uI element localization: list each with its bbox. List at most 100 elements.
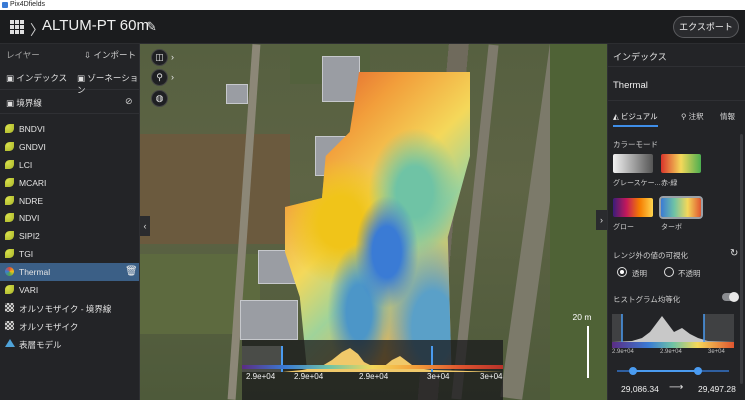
color-mode-glow-label: グロー [613,224,634,231]
range-min-value[interactable]: 29,086.34 [621,384,659,394]
layer-list: BNDVI GNDVI LCI MCARI NDRE NDVI SIPI2 TGI Therma… [0,120,139,353]
window-titlebar: Pix4Dfields [0,0,745,10]
collapse-right-panel-button[interactable]: › [596,210,607,230]
leaf-icon [5,159,14,169]
tab-annotation-label: 注釈 [688,112,704,121]
sidebar-layer-item[interactable]: 表層モデル [0,335,139,353]
zonation-icon: ▣ [77,73,88,83]
range-slider-fill [633,370,698,372]
sidebar-layer-item[interactable]: GNDVI [0,138,139,156]
thermal-overlay [285,72,470,372]
index-icon: ▣ [6,73,17,83]
index-button[interactable]: ▣ インデックス [6,72,67,84]
map-histogram-ticks: 2.9e+04 2.9e+04 2.9e+04 3e+04 3e+04 [242,370,503,400]
color-mode-glow[interactable] [613,198,653,217]
tab-annotation[interactable]: ⚲ 注釈 [681,111,704,122]
panel-scrollbar[interactable] [740,134,743,384]
color-mode-red-green-label: 赤-緑 [661,180,678,187]
visual-icon: ◭ [613,112,621,121]
app-grid-icon[interactable] [10,20,24,34]
expand-chevron-icon[interactable]: › [171,52,174,62]
color-mode-red-green[interactable] [661,154,701,173]
reset-icon[interactable]: ↻ [730,248,738,259]
export-button[interactable]: エクスポート [673,16,739,38]
histogram-equalization-toggle[interactable] [722,292,739,302]
color-mode-grayscale[interactable] [613,154,653,173]
tab-visual-label: ビジュアル [620,112,658,121]
tab-visual[interactable]: ◭ ビジュアル [613,111,658,127]
scale-label: 20 m [572,312,592,322]
collapse-left-panel-button[interactable]: ‹ [140,216,150,236]
sidebar-layer-item[interactable]: NDRE [0,192,139,210]
delete-trash-icon[interactable]: 🗑 [125,266,138,277]
sidebar-layer-label: LCI [19,159,33,170]
sidebar-layer-item[interactable]: SIPI2 [0,227,139,245]
sidebar-layer-item[interactable]: LCI [0,156,139,174]
color-mode-turbo[interactable] [659,196,703,219]
import-button[interactable]: ⇩ インポート [84,49,136,61]
map-field [140,134,290,244]
leaf-icon [5,249,14,259]
thermal-icon [5,267,14,277]
location-pin-icon: ⚲ [156,72,163,82]
sidebar-layer-item[interactable]: オルソモザイク [0,317,139,335]
map-view[interactable]: ◫ › ⚲ › ◍ ‹ › 20 m 2.9e+04 2.9e+04 2.9e+04… [140,44,607,400]
sidebar-layer-item[interactable]: NDVI [0,209,139,227]
sidebar-layer-item[interactable]: VARI [0,281,139,299]
sidebar-layer-item[interactable]: TGI [0,245,139,263]
map-hist-tick: 2.9e+04 [359,372,389,381]
window-title: Pix4Dfields [10,1,46,8]
map-hist-tick: 3e+04 [480,372,503,381]
boundary-layer[interactable]: ▣ 境界線 ⊘ [0,90,139,114]
sidebar-layer-label: NDRE [19,195,44,206]
sidebar-layer-label: Thermal [19,267,51,278]
sidebar-layer-item[interactable]: BNDVI [0,120,139,138]
map-histogram: 2.9e+04 2.9e+04 2.9e+04 3e+04 3e+04 [242,340,503,400]
panel-title: インデックス [613,52,667,62]
sidebar-layer-label: TGI [19,249,34,260]
location-pin-icon: ⚲ [681,112,689,121]
transparent-label: 透明 [632,269,647,278]
range-slider-min-handle[interactable] [629,367,637,375]
sidebar-layer-label: VARI [19,285,39,296]
visibility-off-icon[interactable]: ⊘ [125,96,133,107]
layer-name: Thermal [613,80,648,91]
expand-chevron-icon[interactable]: › [171,72,174,82]
sidebar-layer-label: GNDVI [19,141,46,152]
histogram-equalization-label: ヒストグラム均等化 [613,295,681,304]
transparent-radio[interactable] [617,267,627,277]
project-title: ALTUM-PT 60m [42,17,149,34]
color-mode-heading: カラーモード [613,140,658,149]
sidebar-layer-item[interactable]: オルソモザイク - 境界線 [0,299,139,317]
out-of-range-heading: レンジ外の値の可視化 [613,251,688,260]
import-label: インポート [93,50,136,60]
sidebar-layer-label: オルソモザイク [19,321,79,332]
panel-hist-tick: 2.9e+04 [612,349,634,355]
map-hist-tick: 3e+04 [427,372,450,381]
range-slider-max-handle[interactable] [694,367,702,375]
sidebar-layer-item[interactable]: MCARI [0,174,139,192]
range-arrow-icon: ⟶ [669,382,684,393]
map-hist-tick: 2.9e+04 [294,372,324,381]
panel-hist-tick: 3e+04 [708,349,725,355]
map-layers-icon: ◫ [155,52,164,62]
layers-map-button[interactable]: ◫ [151,49,168,66]
color-scale-bar [242,365,503,369]
app-logo-icon [2,2,8,8]
sidebar-layer-item[interactable]: Thermal 🗑 [0,263,139,282]
leaf-icon [5,195,14,205]
location-map-button[interactable]: ⚲ [151,69,168,86]
globe-map-button[interactable]: ◍ [151,90,168,107]
leaf-icon [5,231,14,241]
layers-sidebar: レイヤー ⇩ インポート ▣ インデックス ▣ ゾーネーション ▣ 境界線 ⊘ … [0,44,140,400]
opaque-radio[interactable] [664,267,674,277]
edit-pencil-icon[interactable]: ✎ [146,19,157,35]
range-max-value[interactable]: 29,497.28 [698,384,736,394]
panel-histogram [612,314,734,348]
boundary-icon: ▣ [6,98,17,108]
tab-info[interactable]: 情報 [720,111,735,122]
panel-hist-tick: 2.9e+04 [660,349,682,355]
sidebar-layer-label: NDVI [19,213,40,224]
map-building [322,56,360,102]
tab-info-label: 情報 [720,112,735,121]
